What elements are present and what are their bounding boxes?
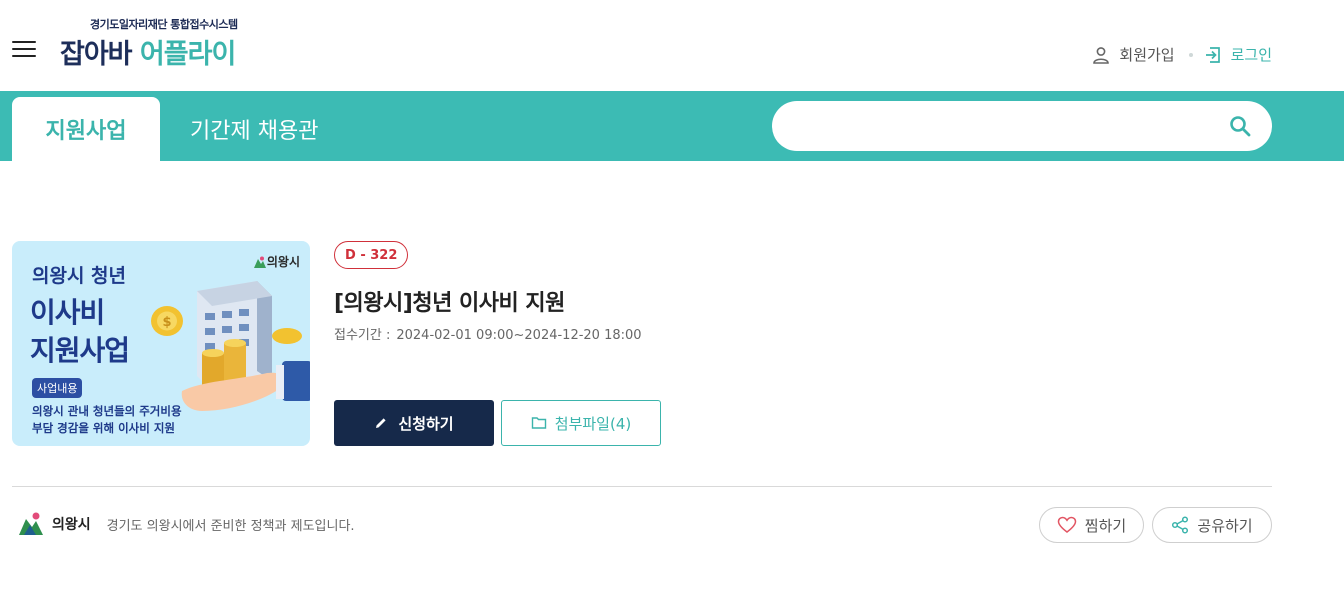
- search-icon[interactable]: [1228, 114, 1252, 138]
- organization-info: 의왕시 경기도 의왕시에서 준비한 정책과 제도입니다.: [16, 509, 355, 539]
- nav-separator: [1188, 52, 1193, 57]
- tab-fixed-term-jobs[interactable]: 기간제 채용관: [190, 97, 330, 161]
- logo-title-part1: 잡아바: [60, 39, 140, 70]
- thumb-chip: 사업내용: [32, 378, 83, 398]
- login-link[interactable]: 로그인: [1203, 44, 1272, 65]
- folder-icon: [531, 417, 546, 429]
- login-label: 로그인: [1230, 46, 1272, 64]
- building-coins-illustration: $: [151, 281, 310, 411]
- share-button[interactable]: 공유하기: [1152, 507, 1272, 543]
- heart-icon: [1057, 516, 1077, 533]
- program-thumbnail[interactable]: 의왕시 청년 이사비 지원사업 사업내용 의왕시 관내 청년들의 주거비용 부담…: [12, 241, 310, 446]
- pencil-icon: [376, 418, 386, 428]
- attachments-button[interactable]: 첨부파일(4): [501, 400, 661, 446]
- program-title[interactable]: [의왕시]청년 이사비 지원: [334, 285, 565, 317]
- thumb-line3: 지원사업: [30, 334, 130, 367]
- org-name: 의왕시: [52, 517, 91, 533]
- application-period: 접수기간 : 2024-02-01 09:00~2024-12-20 18:00: [334, 324, 642, 343]
- logo-title: 잡아바 어플라이: [60, 32, 236, 71]
- join-label: 회원가입: [1119, 46, 1175, 64]
- site-logo[interactable]: 경기도일자리재단 통합접수시스템 잡아바 어플라이: [60, 16, 280, 76]
- apply-button[interactable]: 신청하기: [334, 400, 494, 446]
- top-nav: 회원가입 로그인: [1091, 44, 1272, 65]
- join-link[interactable]: 회원가입: [1091, 44, 1175, 65]
- share-label: 공유하기: [1197, 516, 1253, 535]
- tab-support-programs[interactable]: 지원사업: [12, 97, 160, 161]
- attachments-label: 첨부파일(4): [554, 414, 632, 433]
- thumb-line2: 이사비: [30, 296, 105, 329]
- bookmark-button[interactable]: 찜하기: [1039, 507, 1144, 543]
- share-icon: [1172, 516, 1189, 534]
- thumb-line1: 의왕시 청년: [32, 265, 127, 287]
- category-band: 지원사업 기간제 채용관: [0, 91, 1344, 161]
- uiwang-city-logo-icon: [19, 512, 43, 535]
- user-icon: [1093, 46, 1110, 64]
- menu-icon[interactable]: [12, 41, 36, 59]
- logo-title-part2: 어플라이: [139, 39, 236, 70]
- bookmark-label: 찜하기: [1084, 516, 1127, 535]
- dday-badge: D - 322: [334, 241, 409, 269]
- org-description: 경기도 의왕시에서 준비한 정책과 제도입니다.: [106, 518, 355, 534]
- period-label: 접수기간 :: [334, 328, 391, 343]
- apply-label: 신청하기: [398, 414, 454, 433]
- svg-text:$: $: [162, 315, 171, 330]
- logo-subtitle: 경기도일자리재단 통합접수시스템: [90, 18, 238, 31]
- login-icon: [1205, 46, 1220, 63]
- search-box: [772, 101, 1272, 151]
- period-value: 2024-02-01 09:00~2024-12-20 18:00: [396, 328, 642, 343]
- search-input[interactable]: [792, 101, 1212, 151]
- section-divider: [12, 486, 1272, 487]
